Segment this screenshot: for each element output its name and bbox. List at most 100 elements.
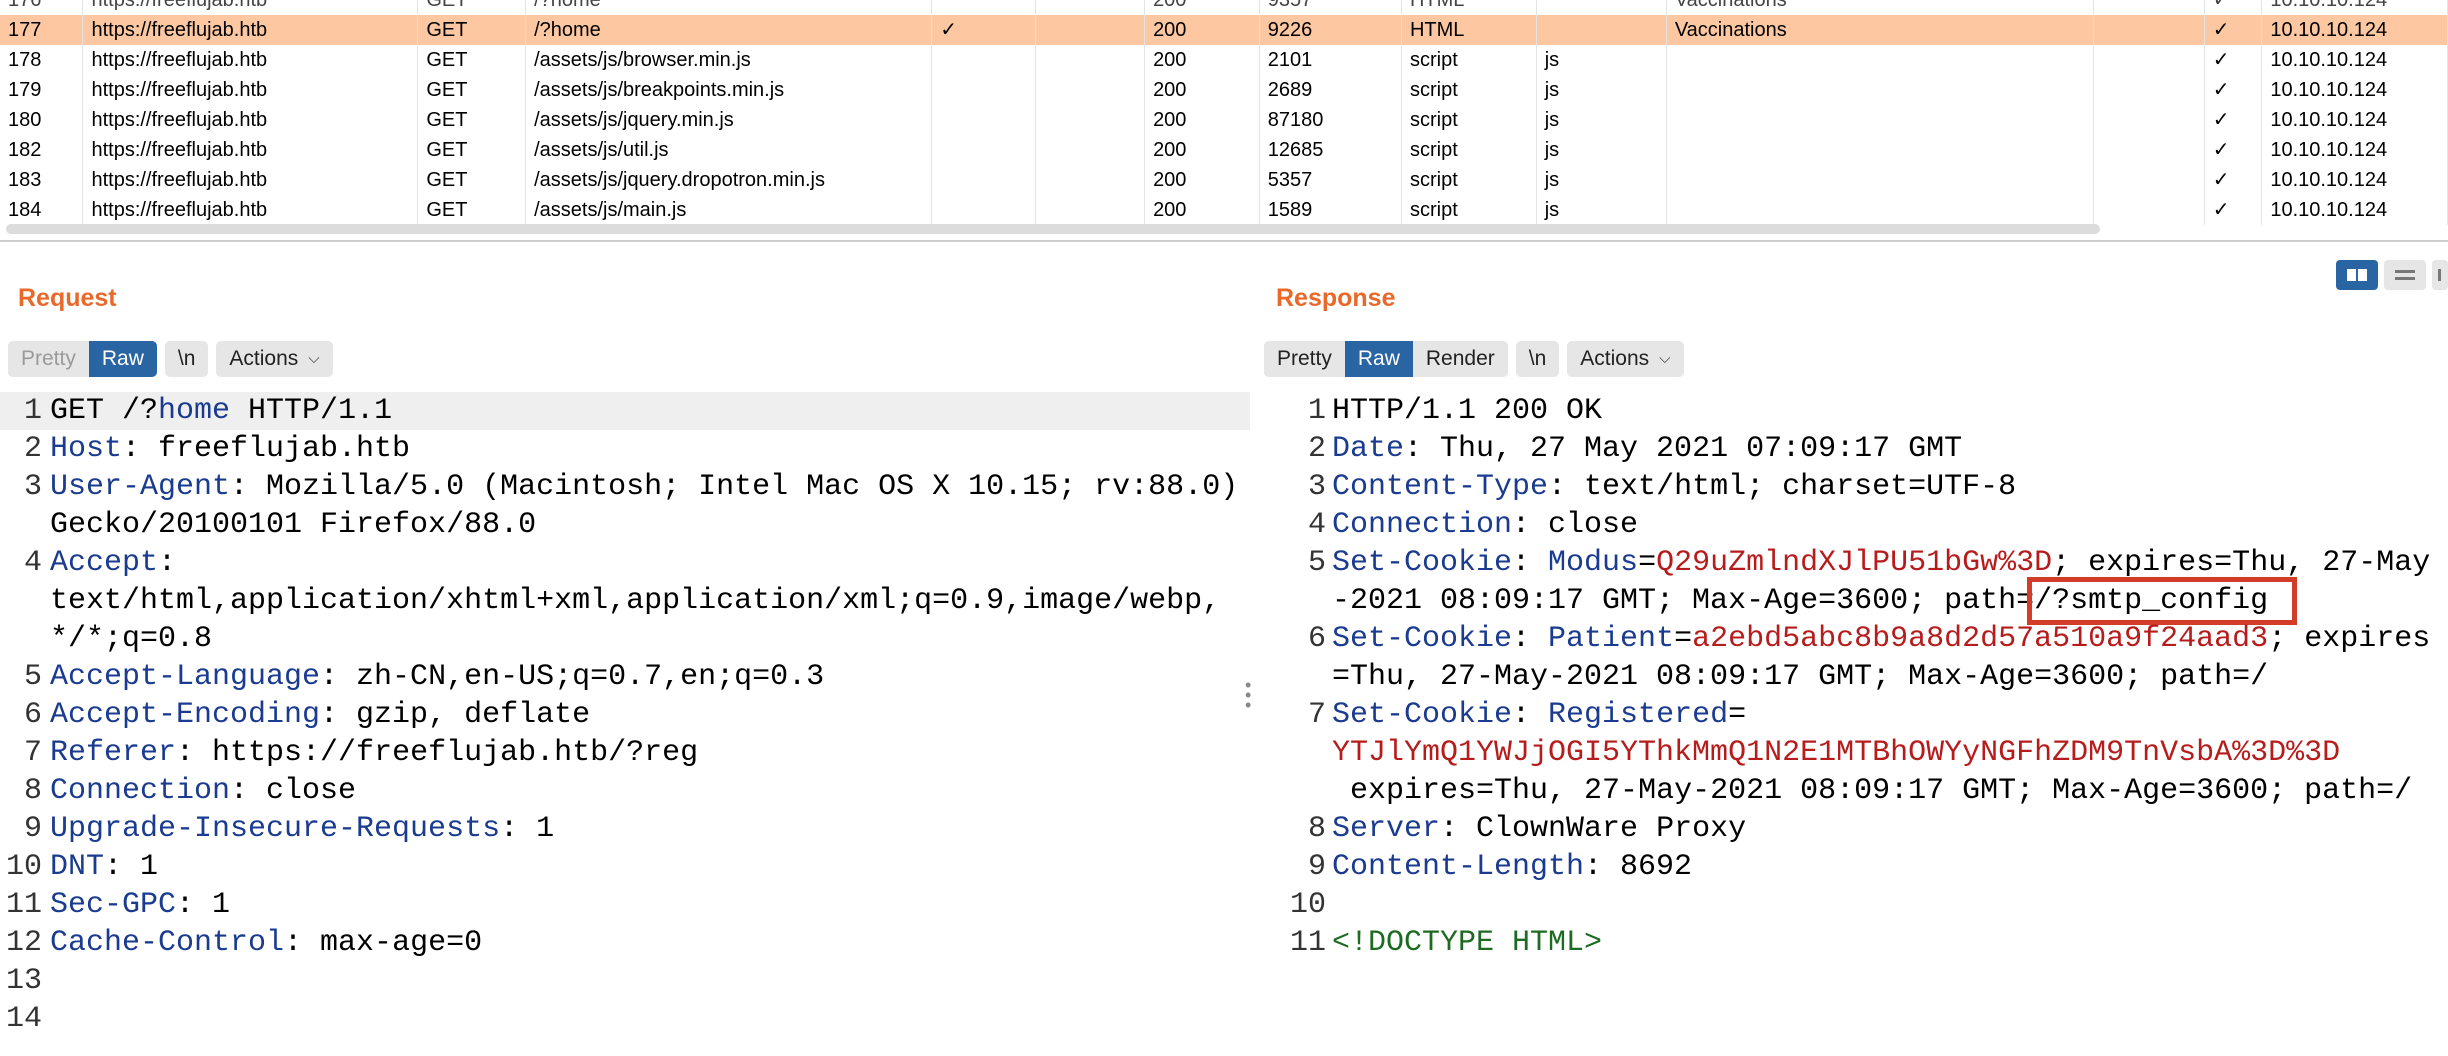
code-token: home xyxy=(158,394,231,428)
history-cell-url: /assets/js/jquery.dropotron.min.js xyxy=(525,165,933,195)
history-cell-title xyxy=(1666,135,2095,165)
history-cell-num: 179 xyxy=(0,75,84,105)
proxy-history-table[interactable]: 176 https://freeflujab.htb GET/?home 200 935… xyxy=(0,0,2448,242)
history-cell-ssl: ✓ xyxy=(2204,45,2263,75)
line-number: 7 xyxy=(23,736,42,770)
code-line: 12 Cache-Control: max-age=0 xyxy=(0,924,1250,962)
history-cell-edited xyxy=(1035,105,1146,135)
split-view-icon[interactable] xyxy=(2336,260,2378,290)
history-cell-method: GET xyxy=(417,15,527,45)
code-token: : xyxy=(1512,546,1549,580)
line-number: 13 xyxy=(5,964,42,998)
history-cell-comment xyxy=(2093,75,2205,105)
history-cell-method: GET xyxy=(417,195,527,225)
history-cell-ext xyxy=(1536,15,1667,45)
history-row[interactable]: 182 https://freeflujab.htb GET/assets/js/u… xyxy=(0,135,2448,165)
code-token: Content-Type xyxy=(1332,470,1549,504)
history-cell-params xyxy=(931,105,1037,135)
history-row[interactable]: 179 https://freeflujab.htb GET/assets/js/b… xyxy=(0,75,2448,105)
tab-pretty[interactable]: Pretty xyxy=(1264,341,1345,377)
tabbed-view-icon[interactable] xyxy=(2432,260,2448,290)
history-cell-url: /?home xyxy=(525,15,933,45)
history-cell-comment xyxy=(2093,165,2205,195)
code-token: Modus xyxy=(1548,546,1639,580)
history-cell-ssl: ✓ xyxy=(2204,165,2263,195)
history-row[interactable]: 183 https://freeflujab.htb GET/assets/js/j… xyxy=(0,165,2448,195)
code-token: Accept-Language xyxy=(50,660,321,694)
tab-pretty[interactable]: Pretty xyxy=(8,341,89,377)
history-cell-ext: js xyxy=(1536,75,1667,105)
layout-toggle xyxy=(2336,260,2448,290)
code-token: Connection xyxy=(1332,508,1513,542)
code-text: Accept: text/html,application/xhtml+xml,… xyxy=(50,544,1250,658)
history-row[interactable]: 180 https://freeflujab.htb GET/assets/js/j… xyxy=(0,105,2448,135)
history-cell-method: GET xyxy=(417,165,527,195)
line-number: 7 xyxy=(1307,698,1326,732)
newline-toggle-button[interactable]: \n xyxy=(164,341,209,377)
history-cell-mime: script xyxy=(1401,165,1537,195)
history-cell-num: 180 xyxy=(0,105,84,135)
history-cell-url: /assets/js/jquery.min.js xyxy=(525,105,933,135)
line-number: 10 xyxy=(5,850,42,884)
code-text: Accept-Encoding: gzip, deflate xyxy=(50,696,1250,734)
history-cell-url: /assets/js/browser.min.js xyxy=(525,45,933,75)
code-token: <!DOCTYPE HTML> xyxy=(1332,926,1603,960)
history-cell-host: https://freeflujab.htb xyxy=(82,15,419,45)
code-line: 7 Referer: https://freeflujab.htb/?reg xyxy=(0,734,1250,772)
code-line: 8 Server: ClownWare Proxy xyxy=(1256,810,2448,848)
history-cell-ssl: ✓ xyxy=(2204,195,2263,225)
history-cell-mime: script xyxy=(1401,45,1537,75)
vertical-splitter-handle[interactable]: • • • xyxy=(1245,676,1251,714)
code-text: Cache-Control: max-age=0 xyxy=(50,924,1250,962)
code-token: Referer xyxy=(50,736,177,770)
code-token: Content-Length xyxy=(1332,850,1585,884)
actions-dropdown[interactable]: Actions ⌵ xyxy=(1567,341,1684,377)
history-row[interactable]: 177 https://freeflujab.htb GET/?home ✓ 200 92… xyxy=(0,15,2448,45)
code-token: YTJlYmQ1YWJjOGI5YThkMmQ1N2E1MTBhOWYyNGFh… xyxy=(1332,736,2341,770)
code-line: 4 Connection: close xyxy=(1256,506,2448,544)
code-token: Set-Cookie xyxy=(1332,622,1513,656)
line-number: 1 xyxy=(1307,394,1326,428)
response-editor[interactable]: 1 HTTP/1.1 200 OK 2 Date: Thu, 27 May 2021 … xyxy=(1256,392,2448,1056)
history-cell-title xyxy=(1666,105,2095,135)
line-number: 11 xyxy=(1289,926,1326,960)
stacked-view-icon[interactable] xyxy=(2384,260,2426,290)
history-cell-host: https://freeflujab.htb xyxy=(82,195,419,225)
history-cell-ext: js xyxy=(1536,105,1667,135)
code-text: Content-Length: 8692 xyxy=(1332,848,2448,886)
history-cell-status: 200 xyxy=(1144,0,1260,15)
code-token: = xyxy=(1674,622,1693,656)
code-line: 4 Accept: text/html,application/xhtml+xml… xyxy=(0,544,1250,658)
tab-raw[interactable]: Raw xyxy=(88,341,157,377)
actions-dropdown[interactable]: Actions ⌵ xyxy=(216,341,333,377)
history-cell-length: 9357 xyxy=(1259,0,1402,15)
history-cell-url: /?home xyxy=(525,0,933,15)
line-number: 5 xyxy=(23,660,42,694)
history-cell-comment xyxy=(2093,105,2205,135)
history-cell-status: 200 xyxy=(1144,75,1260,105)
code-text: Upgrade-Insecure-Requests: 1 xyxy=(50,810,1250,848)
code-line: 1 HTTP/1.1 200 OK xyxy=(1256,392,2448,430)
history-cell-ip: 10.10.10.124 xyxy=(2261,75,2448,105)
history-cell-edited xyxy=(1035,165,1146,195)
code-token: Q29uZmlndXJlPU51bGw%3D xyxy=(1656,546,2053,580)
history-cell-status: 200 xyxy=(1144,105,1260,135)
code-text: Set-Cookie: Modus=Q29uZmlndXJlPU51bGw%3D… xyxy=(1332,544,2448,625)
history-cell-mime: script xyxy=(1401,105,1537,135)
history-row[interactable]: 176 https://freeflujab.htb GET/?home 200 935… xyxy=(0,0,2448,15)
history-cell-length: 1589 xyxy=(1259,195,1402,225)
tab-render[interactable]: Render xyxy=(1412,341,1508,377)
newline-toggle-button[interactable]: \n xyxy=(1515,341,1560,377)
code-text: Connection: close xyxy=(50,772,1250,810)
history-cell-mime: script xyxy=(1401,75,1537,105)
history-cell-comment xyxy=(2093,45,2205,75)
history-row[interactable]: 184 https://freeflujab.htb GET/assets/js/m… xyxy=(0,195,2448,225)
tab-raw[interactable]: Raw xyxy=(1344,341,1413,377)
request-editor[interactable]: 1 GET /?home HTTP/1.1 2 Host: freeflujab.ht… xyxy=(0,392,1250,1056)
code-token: HTTP/1.1 xyxy=(230,394,393,428)
horizontal-scrollbar[interactable] xyxy=(6,224,2100,234)
history-cell-edited xyxy=(1035,195,1146,225)
code-text: HTTP/1.1 200 OK xyxy=(1332,392,2448,430)
code-text: Accept-Language: zh-CN,en-US;q=0.7,en;q=… xyxy=(50,658,1250,696)
history-row[interactable]: 178 https://freeflujab.htb GET/assets/js/b… xyxy=(0,45,2448,75)
